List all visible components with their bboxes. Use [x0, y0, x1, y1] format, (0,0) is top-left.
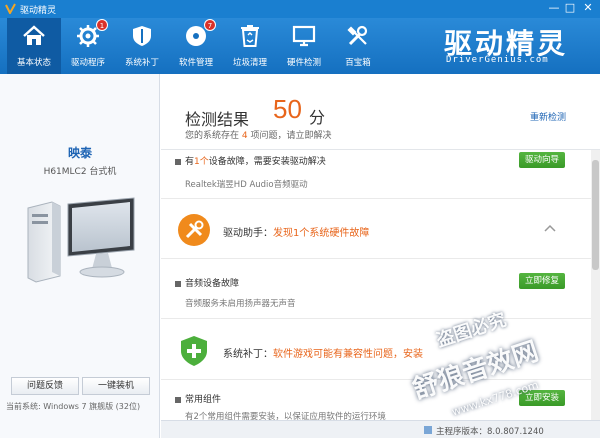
bullet-icon [175, 158, 181, 165]
update-count-badge: 1 [96, 19, 108, 31]
shield-plus-icon [181, 336, 207, 366]
driver-helper-section: 驱动助手：发现1个系统硬件故障 [161, 205, 591, 255]
warning-text: 发现1个系统硬件故障 [273, 228, 370, 239]
scroll-thumb[interactable] [592, 160, 599, 270]
maximize-icon[interactable]: □ [562, 1, 578, 15]
install-now-button[interactable]: 立即安装 [519, 390, 565, 406]
recycle-bin-icon [241, 25, 259, 47]
main-toolbar: 基本状态 1 驱动程序 系统补丁 7 软件管理 垃圾清理 硬件检测 百宝箱 驱动… [0, 18, 600, 74]
title-text: 驱动助手： [223, 228, 273, 239]
close-icon[interactable]: ✕ [580, 1, 596, 15]
monitor-icon [292, 25, 316, 47]
os-info: 当前系统: Windows 7 旗舰版 (32位) [6, 401, 140, 412]
bullet-icon [175, 280, 181, 287]
system-patch-section: 系统补丁：软件游戏可能有兼容性问题，安装 [161, 326, 591, 376]
nav-system-patch[interactable]: 系统补丁 [115, 18, 169, 74]
nav-cleanup[interactable]: 垃圾清理 [223, 18, 277, 74]
audio-title: 音频设备故障 [185, 279, 240, 289]
device-fault-heading: 有1个设备故障，需要安装驱动解决 [175, 154, 326, 167]
desktop-computer-icon [27, 197, 135, 283]
status-bar: 主程序版本：8.0.807.1240 [161, 420, 600, 438]
brand-logo: 驱动精灵 DriverGenius.com [440, 20, 590, 70]
wrench-screwdriver-icon [178, 214, 210, 246]
device-text: 设备故障，需要安装驱动解决 [208, 157, 326, 167]
one-click-install-button[interactable]: 一键装机 [82, 377, 150, 395]
os-label: 当前系统: [6, 402, 41, 411]
summary-suffix: 项问题，请立即解决 [250, 131, 332, 141]
nav-software[interactable]: 7 软件管理 [169, 18, 223, 74]
score-value: 50 [273, 94, 302, 124]
result-header: 检测结果 50 分 您的系统存在 4 项问题，请立即解决 重新检测 [161, 74, 600, 150]
nav-label: 硬件检测 [286, 58, 321, 68]
summary-prefix: 您的系统存在 [185, 131, 240, 141]
tools-icon [347, 25, 368, 46]
program-version: 主程序版本：8.0.807.1240 [436, 427, 544, 437]
result-summary: 您的系统存在 4 项问题，请立即解决 [185, 128, 332, 141]
scrollbar[interactable] [591, 150, 600, 420]
issue-list: 有1个设备故障，需要安装驱动解决 驱动向导 Realtek瑞昱HD Audio音… [161, 150, 591, 420]
system-patch-title: 系统补丁：软件游戏可能有兼容性问题，安装 [223, 345, 423, 360]
sidebar: 映泰 H61MLC2 台式机 问题反馈 一键装机 当前系统: Windows 7… [0, 74, 160, 438]
prefix: 有 [185, 157, 195, 167]
driver-wizard-button[interactable]: 驱动向导 [519, 152, 565, 168]
components-heading: 常用组件 [175, 392, 221, 405]
shield-icon [133, 26, 151, 46]
nav-driver[interactable]: 1 驱动程序 [61, 18, 115, 74]
divider [161, 318, 591, 319]
nav-label: 垃圾清理 [232, 58, 267, 68]
nav-label: 百宝箱 [345, 58, 371, 68]
version-icon [424, 426, 432, 434]
driver-helper-title: 驱动助手：发现1个系统硬件故障 [223, 224, 369, 239]
score-unit: 分 [309, 108, 326, 127]
warning-text: 软件游戏可能有兼容性问题，安装 [273, 349, 423, 360]
nav-label: 软件管理 [178, 58, 213, 68]
os-value: Windows 7 旗舰版 (32位) [43, 402, 141, 411]
divider [161, 258, 591, 259]
nav-label: 驱动程序 [70, 58, 105, 68]
divider [161, 198, 591, 199]
components-title: 常用组件 [185, 395, 222, 405]
recheck-link[interactable]: 重新检测 [530, 110, 566, 123]
nav-toolbox[interactable]: 百宝箱 [331, 18, 385, 74]
minimize-icon[interactable]: — [546, 1, 562, 15]
home-icon [23, 25, 45, 45]
issue-count: 4 [241, 131, 248, 141]
nav-label: 系统补丁 [124, 58, 159, 68]
components-desc: 有2个常用组件需要安装，以保证应用软件的运行环境 [185, 412, 386, 420]
pc-brand: 映泰 [67, 146, 92, 160]
brand-url: DriverGenius.com [446, 55, 549, 65]
nav-label: 基本状态 [16, 58, 51, 68]
pc-model: H61MLC2 台式机 [43, 167, 117, 177]
device-count: 1个 [194, 157, 209, 167]
fix-now-button[interactable]: 立即修复 [519, 273, 565, 289]
audio-desc: 音频服务未启用扬声器无声音 [185, 299, 296, 309]
title-text: 系统补丁： [223, 349, 273, 360]
device-desc: Realtek瑞昱HD Audio音频驱动 [185, 180, 308, 190]
feedback-button[interactable]: 问题反馈 [11, 377, 79, 395]
app-logo-icon [5, 3, 16, 14]
nav-basic-status[interactable]: 基本状态 [7, 18, 61, 74]
result-title: 检测结果 [185, 110, 250, 129]
title-bar: 驱动精灵 — □ ✕ [0, 0, 600, 18]
update-count-badge: 7 [204, 19, 216, 31]
bullet-icon [175, 396, 181, 403]
nav-hardware[interactable]: 硬件检测 [277, 18, 331, 74]
window-title: 驱动精灵 [20, 6, 57, 16]
divider [161, 379, 591, 380]
audio-fault-heading: 音频设备故障 [175, 276, 239, 289]
chevron-up-icon[interactable] [544, 223, 556, 233]
